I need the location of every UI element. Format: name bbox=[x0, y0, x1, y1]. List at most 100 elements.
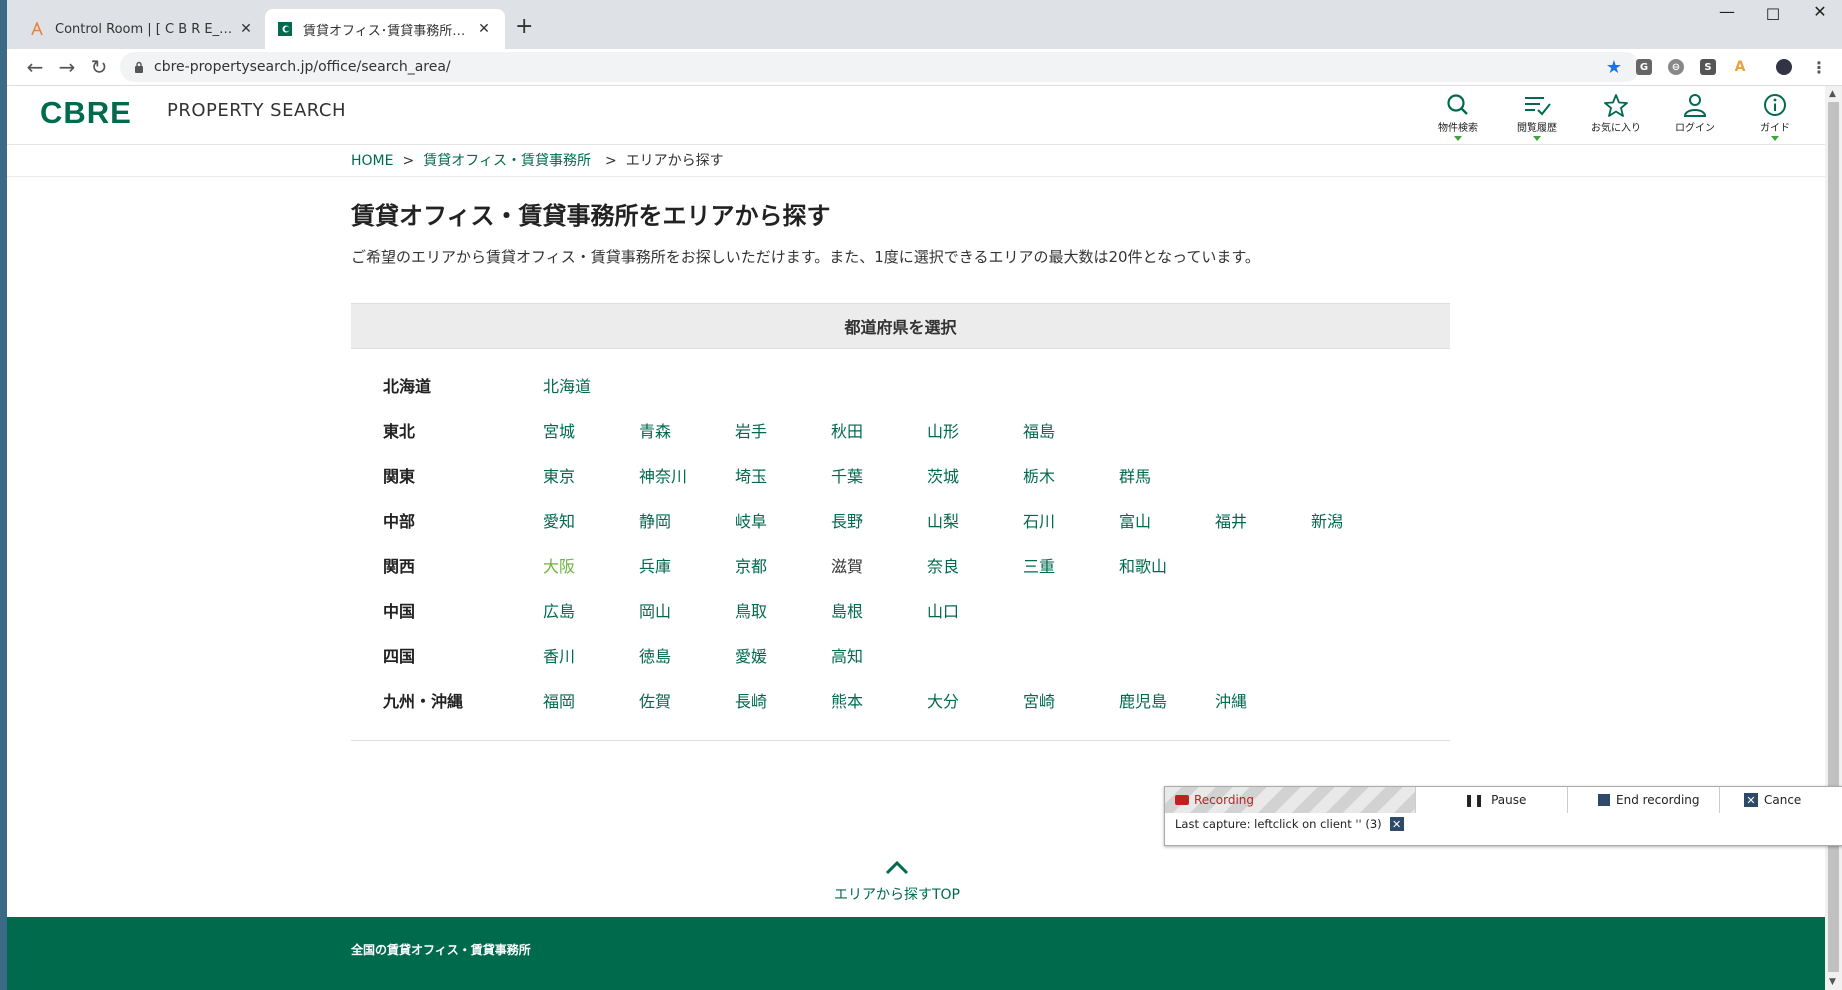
cancel-recording-button[interactable]: ✕ Cance bbox=[1719, 787, 1842, 813]
prefecture-link[interactable]: 大分 bbox=[927, 688, 959, 712]
prefecture-link[interactable]: 和歌山 bbox=[1119, 553, 1167, 577]
prefecture-link[interactable]: 山梨 bbox=[927, 508, 959, 532]
prefecture-link[interactable]: 福島 bbox=[1023, 418, 1055, 442]
profile-avatar[interactable] bbox=[1776, 59, 1792, 75]
prefecture-link[interactable]: 山形 bbox=[927, 418, 959, 442]
nav-login[interactable]: ログイン bbox=[1660, 86, 1730, 144]
cbre-favicon-icon bbox=[277, 21, 293, 37]
site-header: CBRE PROPERTY SEARCH 物件検索 閲覧履歴 お気に入り ログイ… bbox=[7, 86, 1825, 145]
close-window-icon[interactable]: ✕ bbox=[1800, 2, 1840, 21]
prefecture-link[interactable]: 長崎 bbox=[735, 688, 767, 712]
prefecture-link[interactable]: 神奈川 bbox=[639, 463, 687, 487]
prefecture-link[interactable]: 三重 bbox=[1023, 553, 1055, 577]
prefecture-link[interactable]: 岡山 bbox=[639, 598, 671, 622]
prefecture-link[interactable]: 愛媛 bbox=[735, 643, 767, 667]
region-name: 東北 bbox=[383, 422, 416, 441]
dropdown-caret-icon bbox=[1533, 136, 1541, 141]
back-icon[interactable]: ← bbox=[21, 53, 49, 81]
prefecture-link[interactable]: 富山 bbox=[1119, 508, 1151, 532]
user-icon bbox=[1683, 94, 1707, 117]
region-name: 北海道 bbox=[383, 377, 432, 396]
prefecture-link[interactable]: 鹿児島 bbox=[1119, 688, 1167, 712]
nav-property-search[interactable]: 物件検索 bbox=[1423, 86, 1493, 144]
prefecture-link[interactable]: 北海道 bbox=[543, 373, 591, 397]
prefecture-link[interactable]: 長野 bbox=[831, 508, 863, 532]
prefecture-link[interactable]: 熊本 bbox=[831, 688, 863, 712]
prefecture-link[interactable]: 静岡 bbox=[639, 508, 671, 532]
cbre-logo[interactable]: CBRE bbox=[40, 95, 132, 131]
prefecture-link[interactable]: 福井 bbox=[1215, 508, 1247, 532]
prefecture-link[interactable]: 新潟 bbox=[1311, 508, 1343, 532]
prefecture-link[interactable]: 群馬 bbox=[1119, 463, 1151, 487]
prefecture-link[interactable]: 徳島 bbox=[639, 643, 671, 667]
breadcrumb-separator: > bbox=[604, 153, 617, 169]
prefecture-link[interactable]: 東京 bbox=[543, 463, 575, 487]
prefecture-link[interactable]: 香川 bbox=[543, 643, 575, 667]
extension-circle-icon[interactable]: ⊖ bbox=[1668, 59, 1684, 75]
chevron-up-icon bbox=[885, 860, 909, 875]
prefecture-link[interactable]: 埼玉 bbox=[735, 463, 767, 487]
prefecture-link[interactable]: 茨城 bbox=[927, 463, 959, 487]
scroll-down-icon[interactable]: ▼ bbox=[1829, 977, 1836, 987]
prefecture-link[interactable]: 鳥取 bbox=[735, 598, 767, 622]
tab-control-room[interactable]: Control Room | [ C B R E_Ctrl] Ta ✕ bbox=[17, 9, 267, 49]
divider bbox=[351, 740, 1450, 741]
region-name: 九州・沖縄 bbox=[383, 692, 464, 711]
pause-icon: ❚❚ bbox=[1464, 793, 1485, 807]
prefecture-link[interactable]: 大阪 bbox=[543, 553, 575, 577]
nav-label: 物件検索 bbox=[1438, 123, 1478, 134]
page-scrollbar[interactable]: ▲ ▼ bbox=[1825, 86, 1842, 990]
forward-icon[interactable]: → bbox=[53, 53, 81, 81]
prefecture-link[interactable]: 愛知 bbox=[543, 508, 575, 532]
prefecture-link[interactable]: 兵庫 bbox=[639, 553, 671, 577]
end-recording-button[interactable]: End recording bbox=[1567, 787, 1719, 813]
minimize-icon[interactable]: — bbox=[1707, 2, 1747, 21]
back-to-top-link[interactable]: エリアから探すTOP bbox=[787, 860, 1007, 904]
pause-button[interactable]: ❚❚ Pause bbox=[1415, 787, 1567, 813]
dismiss-capture-icon[interactable]: ✕ bbox=[1389, 817, 1404, 831]
prefecture-link[interactable]: 青森 bbox=[639, 418, 671, 442]
new-tab-button[interactable]: + bbox=[515, 14, 533, 39]
reload-icon[interactable]: ↻ bbox=[85, 53, 113, 81]
prefecture-link[interactable]: 岩手 bbox=[735, 418, 767, 442]
prefecture-link[interactable]: 千葉 bbox=[831, 463, 863, 487]
prefecture-link[interactable]: 奈良 bbox=[927, 553, 959, 577]
prefecture-link[interactable]: 石川 bbox=[1023, 508, 1055, 532]
browser-toolbar: ← → ↻ cbre-propertysearch.jp/office/sear… bbox=[7, 49, 1842, 86]
prefecture-link[interactable]: 沖縄 bbox=[1215, 688, 1247, 712]
nav-guide[interactable]: ガイド bbox=[1740, 86, 1810, 144]
prefecture-link[interactable]: 広島 bbox=[543, 598, 575, 622]
footer-title: 全国の賃貸オフィス・賃貸事務所 bbox=[351, 943, 531, 957]
tab-close-icon[interactable]: ✕ bbox=[475, 21, 493, 37]
prefecture-link[interactable]: 島根 bbox=[831, 598, 863, 622]
extension-a-icon[interactable]: A bbox=[1732, 59, 1748, 75]
prefecture-link[interactable]: 高知 bbox=[831, 643, 863, 667]
prefecture-link[interactable]: 京都 bbox=[735, 553, 767, 577]
last-capture: Last capture: leftclick on client '' (3)… bbox=[1175, 817, 1404, 831]
prefecture-link[interactable]: 宮崎 bbox=[1023, 688, 1055, 712]
browser-window: Control Room | [ C B R E_Ctrl] Ta ✕ 賃貸オフ… bbox=[7, 0, 1842, 990]
address-bar[interactable]: cbre-propertysearch.jp/office/search_are… bbox=[120, 52, 1640, 82]
extension-g-icon[interactable]: G bbox=[1636, 59, 1652, 75]
history-icon bbox=[1525, 97, 1551, 116]
breadcrumb-category[interactable]: 賃貸オフィス・賃貸事務所 bbox=[423, 153, 591, 169]
prefecture-link[interactable]: 佐賀 bbox=[639, 688, 671, 712]
maximize-icon[interactable]: ☐ bbox=[1753, 5, 1793, 24]
nav-history[interactable]: 閲覧履歴 bbox=[1502, 86, 1572, 144]
prefecture-link[interactable]: 秋田 bbox=[831, 418, 863, 442]
nav-favorites[interactable]: お気に入り bbox=[1581, 86, 1651, 144]
url-text: cbre-propertysearch.jp/office/search_are… bbox=[154, 59, 451, 75]
prefecture-link[interactable]: 岐阜 bbox=[735, 508, 767, 532]
scroll-up-icon[interactable]: ▲ bbox=[1829, 89, 1836, 99]
extension-s-icon[interactable]: S bbox=[1700, 59, 1716, 75]
tab-close-icon[interactable]: ✕ bbox=[237, 21, 255, 37]
prefecture-link[interactable]: 栃木 bbox=[1023, 463, 1055, 487]
browser-menu-icon[interactable]: ⋮ bbox=[1811, 58, 1827, 77]
bookmark-star-icon[interactable]: ★ bbox=[1606, 57, 1622, 78]
lock-icon bbox=[134, 58, 144, 77]
prefecture-link[interactable]: 宮城 bbox=[543, 418, 575, 442]
breadcrumb-home[interactable]: HOME bbox=[351, 153, 393, 169]
tab-cbre[interactable]: 賃貸オフィス･賃貸事務所をエリアから ✕ bbox=[265, 9, 505, 49]
prefecture-link[interactable]: 山口 bbox=[927, 598, 959, 622]
prefecture-link[interactable]: 福岡 bbox=[543, 688, 575, 712]
